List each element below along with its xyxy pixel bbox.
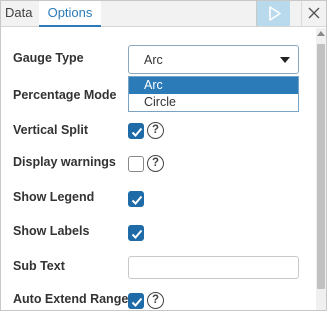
run-button[interactable] <box>256 1 290 26</box>
checkmark-icon <box>131 195 143 205</box>
checkmark-icon <box>131 229 143 239</box>
gauge-type-label: Gauge Type <box>13 51 84 65</box>
vertical-scrollbar[interactable] <box>316 28 326 310</box>
checkmark-icon <box>131 297 143 307</box>
show-legend-label: Show Legend <box>13 190 95 204</box>
display-warnings-label: Display warnings <box>13 155 116 169</box>
percentage-mode-label: Percentage Mode <box>13 88 117 102</box>
tab-options[interactable]: Options <box>39 1 101 27</box>
dropdown-option-arc[interactable]: Arc <box>129 77 298 94</box>
dropdown-option-circle[interactable]: Circle <box>129 94 298 111</box>
scroll-up-arrow-icon[interactable] <box>317 31 325 36</box>
close-icon <box>308 7 320 19</box>
show-labels-label: Show Labels <box>13 224 90 238</box>
play-icon <box>269 6 281 21</box>
sub-text-input[interactable] <box>128 256 299 279</box>
gauge-type-value: Arc <box>144 53 163 67</box>
panel-header: Data Options <box>1 1 326 27</box>
gauge-type-select[interactable]: Arc <box>128 45 299 74</box>
options-form: Gauge Type Arc Arc Circle Percentage Mod… <box>1 28 316 310</box>
gauge-type-dropdown: Arc Circle <box>128 76 299 112</box>
chevron-down-icon <box>280 57 290 63</box>
display-warnings-checkbox[interactable] <box>128 156 144 172</box>
checkmark-icon <box>131 127 143 137</box>
auto-extend-range-checkbox[interactable] <box>128 293 144 309</box>
tab-data[interactable]: Data <box>5 1 33 27</box>
help-icon[interactable]: ? <box>147 155 164 172</box>
vertical-split-checkbox[interactable] <box>128 123 144 139</box>
help-icon[interactable]: ? <box>147 122 164 139</box>
vertical-split-label: Vertical Split <box>13 123 89 137</box>
close-button[interactable] <box>301 1 325 26</box>
options-panel: Data Options Gauge Type Arc Arc Circle P… <box>0 0 327 311</box>
sub-text-label: Sub Text <box>13 259 65 273</box>
auto-extend-range-label: Auto Extend Range <box>13 292 129 306</box>
help-icon[interactable]: ? <box>147 292 164 309</box>
show-labels-checkbox[interactable] <box>128 225 144 241</box>
show-legend-checkbox[interactable] <box>128 191 144 207</box>
scroll-thumb[interactable] <box>317 44 325 289</box>
